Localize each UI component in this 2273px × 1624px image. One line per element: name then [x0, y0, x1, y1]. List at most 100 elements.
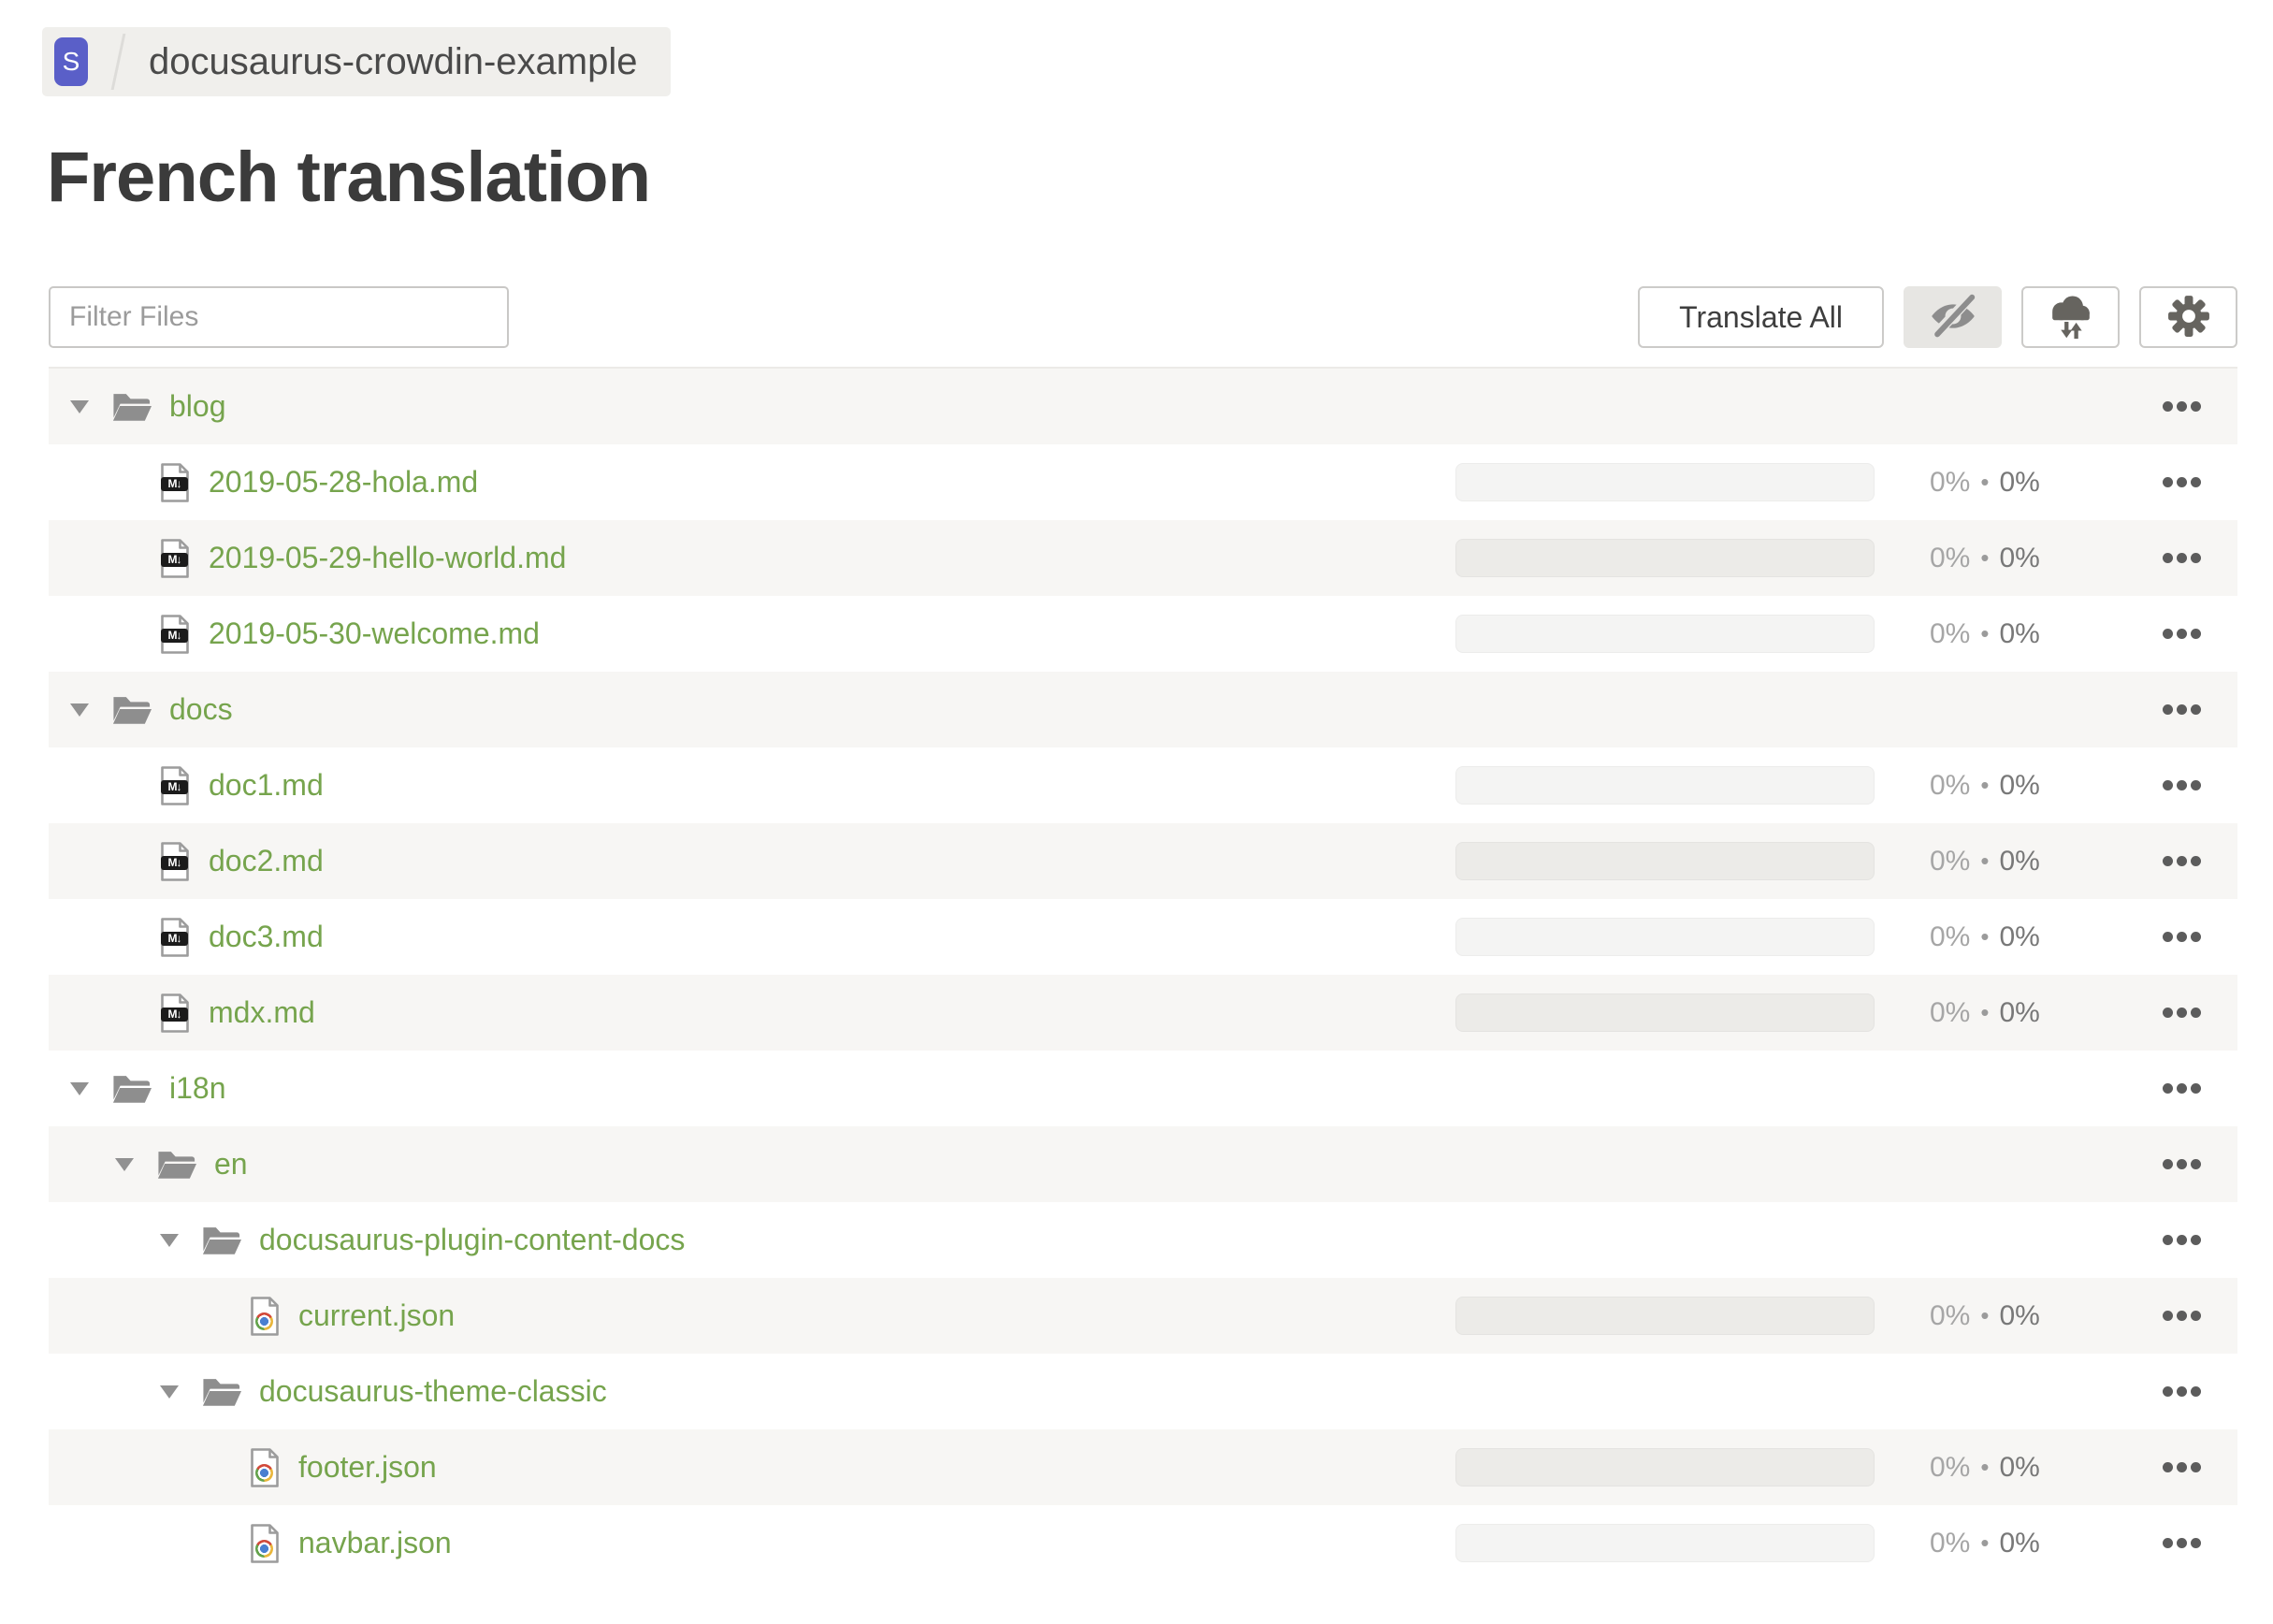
markdown-badge: M↓: [161, 628, 188, 643]
row-menu-button[interactable]: [2163, 1505, 2201, 1581]
file-name-link[interactable]: current.json: [298, 1298, 455, 1333]
folder-row[interactable]: en: [49, 1126, 2237, 1202]
folder-name-link[interactable]: docusaurus-theme-classic: [259, 1374, 607, 1409]
folder-row[interactable]: docusaurus-plugin-content-docs: [49, 1202, 2237, 1278]
row-left: docusaurus-theme-classic: [49, 1374, 607, 1409]
approved-percent: 0%: [1999, 466, 2040, 498]
ellipsis-icon: [2163, 932, 2201, 942]
file-row[interactable]: M↓ 2019-05-30-welcome.md 0% • 0%: [49, 596, 2237, 672]
file-name-link[interactable]: 2019-05-28-hola.md: [209, 465, 478, 500]
progress-percentages: 0% • 0%: [1930, 823, 2040, 899]
percent-separator: •: [1980, 1529, 1990, 1557]
markdown-file-icon: M↓: [160, 765, 190, 805]
file-row[interactable]: M↓ mdx.md 0% • 0%: [49, 975, 2237, 1051]
collapse-toggle-icon[interactable]: [70, 703, 89, 717]
translated-percent: 0%: [1930, 1451, 1971, 1483]
collapse-toggle-icon[interactable]: [115, 1157, 134, 1171]
file-row[interactable]: current.json 0% • 0%: [49, 1278, 2237, 1354]
hide-completed-button[interactable]: [1904, 286, 2002, 348]
row-menu-button[interactable]: [2163, 1278, 2201, 1354]
ellipsis-icon: [2163, 704, 2201, 715]
ellipsis-icon: [2163, 1159, 2201, 1169]
breadcrumb-project-name[interactable]: docusaurus-crowdin-example: [149, 41, 637, 83]
chrome-logo-icon: [255, 1539, 273, 1558]
markdown-file-icon: M↓: [160, 538, 190, 578]
file-name-link[interactable]: doc3.md: [209, 920, 324, 954]
progress-bar: [1455, 615, 1875, 653]
row-menu-button[interactable]: [2163, 596, 2201, 672]
row-menu-button[interactable]: [2163, 369, 2201, 444]
folder-row[interactable]: i18n: [49, 1051, 2237, 1126]
file-name-link[interactable]: footer.json: [298, 1450, 437, 1485]
markdown-file-icon: M↓: [160, 841, 190, 881]
ellipsis-icon: [2163, 780, 2201, 790]
folder-row[interactable]: docs: [49, 672, 2237, 747]
translate-all-button[interactable]: Translate All: [1638, 286, 1884, 348]
file-name-link[interactable]: doc1.md: [209, 768, 324, 803]
row-menu-button[interactable]: [2163, 823, 2201, 899]
collapse-toggle-icon[interactable]: [70, 1081, 89, 1095]
progress-bar: [1455, 842, 1875, 880]
folder-name-link[interactable]: blog: [169, 389, 226, 424]
collapse-toggle-icon[interactable]: [70, 399, 89, 413]
ellipsis-icon: [2163, 629, 2201, 639]
row-menu-button[interactable]: [2163, 672, 2201, 747]
row-menu-button[interactable]: [2163, 899, 2201, 975]
translated-percent: 0%: [1930, 921, 1971, 952]
folder-name-link[interactable]: docs: [169, 692, 233, 727]
row-menu-button[interactable]: [2163, 1354, 2201, 1429]
row-left: footer.json: [49, 1447, 437, 1487]
file-row[interactable]: footer.json 0% • 0%: [49, 1429, 2237, 1505]
settings-button[interactable]: [2139, 286, 2237, 348]
file-row[interactable]: M↓ 2019-05-29-hello-world.md 0% • 0%: [49, 520, 2237, 596]
gear-icon: [2164, 292, 2213, 343]
translated-percent: 0%: [1930, 769, 1971, 801]
file-row[interactable]: M↓ 2019-05-28-hola.md 0% • 0%: [49, 444, 2237, 520]
file-name-link[interactable]: 2019-05-30-welcome.md: [209, 616, 540, 651]
collapse-toggle-icon[interactable]: [160, 1385, 179, 1399]
row-left: navbar.json: [49, 1523, 452, 1563]
file-row[interactable]: M↓ doc2.md 0% • 0%: [49, 823, 2237, 899]
file-row[interactable]: M↓ doc3.md 0% • 0%: [49, 899, 2237, 975]
row-menu-button[interactable]: [2163, 1126, 2201, 1202]
approved-percent: 0%: [1999, 1527, 2040, 1559]
row-left: M↓ doc2.md: [49, 841, 324, 881]
file-row[interactable]: M↓ doc1.md 0% • 0%: [49, 747, 2237, 823]
row-left: M↓ doc1.md: [49, 765, 324, 805]
row-left: M↓ 2019-05-28-hola.md: [49, 462, 478, 502]
row-menu-button[interactable]: [2163, 1051, 2201, 1126]
translated-percent: 0%: [1930, 617, 1971, 649]
progress-bar: [1455, 766, 1875, 805]
folder-row[interactable]: blog: [49, 369, 2237, 444]
percent-separator: •: [1980, 468, 1990, 496]
collapse-toggle-icon[interactable]: [160, 1233, 179, 1247]
row-menu-button[interactable]: [2163, 1429, 2201, 1505]
sync-translations-button[interactable]: [2021, 286, 2120, 348]
translated-percent: 0%: [1930, 466, 1971, 498]
file-name-link[interactable]: navbar.json: [298, 1526, 452, 1560]
progress-percentages: 0% • 0%: [1930, 1429, 2040, 1505]
json-file-icon: [250, 1296, 280, 1336]
folder-row[interactable]: docusaurus-theme-classic: [49, 1354, 2237, 1429]
ellipsis-icon: [2163, 553, 2201, 563]
row-menu-button[interactable]: [2163, 747, 2201, 823]
row-menu-button[interactable]: [2163, 520, 2201, 596]
folder-icon: [157, 1149, 196, 1180]
file-name-link[interactable]: 2019-05-29-hello-world.md: [209, 541, 566, 575]
file-name-link[interactable]: mdx.md: [209, 995, 315, 1030]
row-menu-button[interactable]: [2163, 444, 2201, 520]
file-name-link[interactable]: doc2.md: [209, 844, 324, 878]
folder-name-link[interactable]: en: [214, 1147, 248, 1182]
row-menu-button[interactable]: [2163, 975, 2201, 1051]
folder-name-link[interactable]: docusaurus-plugin-content-docs: [259, 1223, 685, 1257]
translated-percent: 0%: [1930, 1527, 1971, 1559]
project-avatar-badge[interactable]: S: [54, 37, 88, 86]
filter-files-input[interactable]: [49, 286, 509, 348]
folder-name-link[interactable]: i18n: [169, 1071, 226, 1106]
markdown-badge: M↓: [161, 552, 188, 567]
percent-separator: •: [1980, 619, 1990, 647]
file-row[interactable]: navbar.json 0% • 0%: [49, 1505, 2237, 1581]
row-left: en: [49, 1147, 248, 1182]
row-menu-button[interactable]: [2163, 1202, 2201, 1278]
ellipsis-icon: [2163, 856, 2201, 866]
